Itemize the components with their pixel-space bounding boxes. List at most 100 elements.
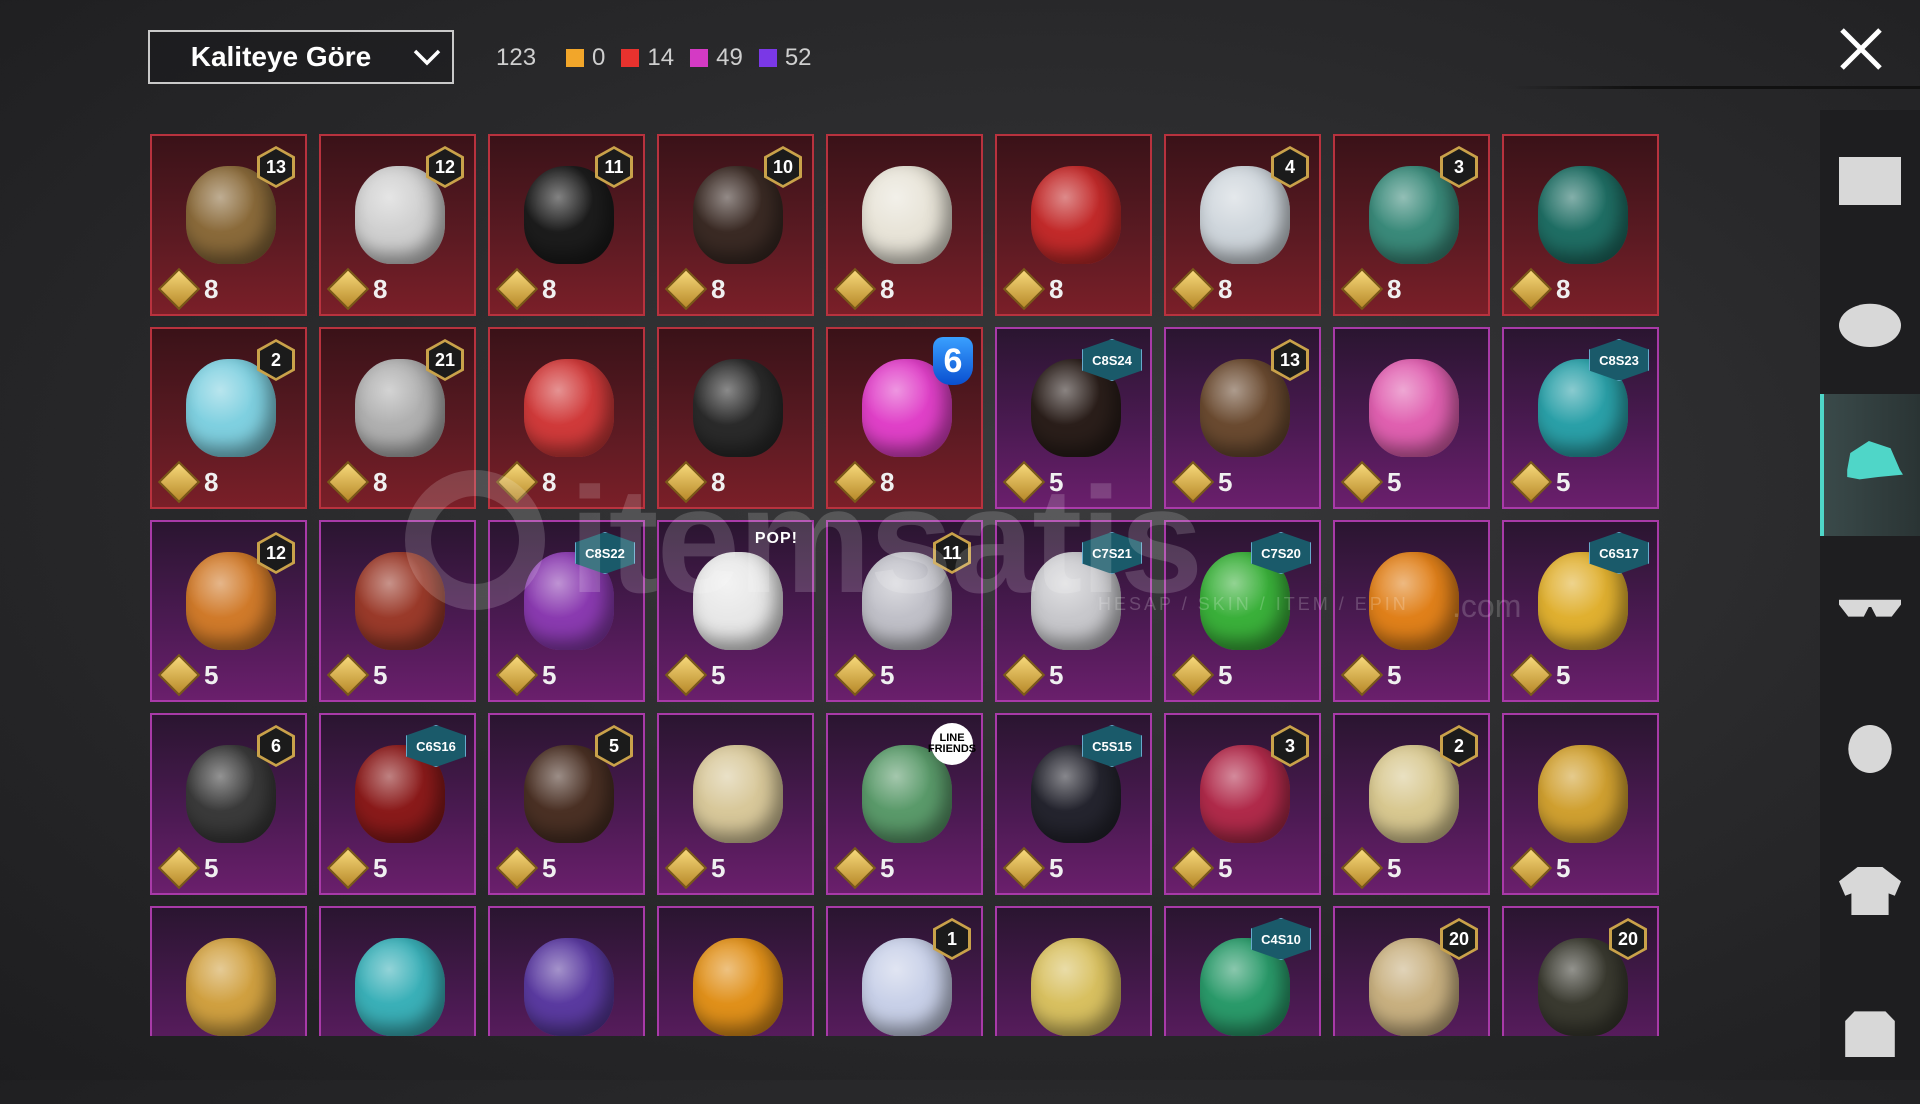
category-sidebar — [1820, 110, 1920, 1080]
item-tile[interactable]: 12 8 — [319, 134, 476, 316]
item-tile[interactable]: C8S24 5 — [995, 327, 1152, 509]
point-value: 5 — [1340, 653, 1402, 697]
item-tile[interactable]: 35 — [1164, 713, 1321, 895]
item-tile[interactable]: 1 — [826, 906, 983, 1036]
point-value-number: 5 — [1049, 659, 1064, 690]
orange-square-icon — [566, 49, 585, 67]
jester-hat-icon — [1200, 745, 1290, 843]
item-tile[interactable]: C6S17 5 — [1502, 520, 1659, 702]
point-value-number: 5 — [1218, 659, 1233, 690]
point-value-number: 5 — [542, 852, 557, 883]
jacket-icon — [1839, 867, 1901, 915]
item-tile[interactable]: 8 — [1502, 134, 1659, 316]
diamond-icon — [1340, 846, 1384, 890]
item-tile[interactable]: C8S23 5 — [1502, 327, 1659, 509]
item-tile[interactable]: 8 — [826, 134, 983, 316]
item-tile[interactable]: 8 — [488, 327, 645, 509]
item-tile[interactable]: C6S16 5 — [319, 713, 476, 895]
item-tile[interactable]: POP! 5 — [657, 520, 814, 702]
point-value-number: 5 — [1556, 659, 1571, 690]
item-tile[interactable]: 8 — [657, 327, 814, 509]
level-badge-value: 3 — [1274, 728, 1306, 764]
red-pigtails-icon — [355, 552, 445, 650]
item-tile[interactable]: 12 5 — [150, 520, 307, 702]
item-tile[interactable] — [488, 906, 645, 1036]
item-tile[interactable]: C5S15 5 — [995, 713, 1152, 895]
item-tile[interactable]: 8 — [995, 134, 1152, 316]
close-icon[interactable] — [1836, 24, 1886, 74]
item-tile[interactable]: 5 — [1333, 327, 1490, 509]
rarity-count-red: 14 — [621, 44, 674, 72]
point-value-number: 5 — [1556, 466, 1571, 497]
item-tile[interactable]: 28 — [150, 327, 307, 509]
headphone-pigtails-icon — [524, 938, 614, 1036]
item-tile[interactable]: 13 5 — [1164, 327, 1321, 509]
item-tile[interactable]: 20 — [1333, 906, 1490, 1036]
point-value-number: 5 — [711, 659, 726, 690]
point-value-number: 5 — [1049, 852, 1064, 883]
sort-dropdown-label: Kaliteye Göre — [190, 41, 372, 72]
point-value: 5 — [495, 653, 556, 697]
sort-dropdown[interactable]: Kaliteye Göre — [148, 30, 454, 84]
helmet-category[interactable] — [1820, 252, 1920, 394]
hat-category[interactable] — [1820, 394, 1920, 536]
point-value: 5 — [326, 653, 387, 697]
diamond-icon — [495, 460, 539, 504]
item-tile[interactable]: 11 5 — [826, 520, 983, 702]
point-value-number: 8 — [1556, 273, 1571, 304]
red-helmet-icon — [1031, 166, 1121, 264]
item-tile[interactable] — [657, 906, 814, 1036]
level-badge-value: 5 — [598, 728, 630, 764]
item-tile[interactable]: 5 — [1502, 713, 1659, 895]
line-friends-badge: LINE FRIENDS — [928, 723, 976, 765]
diamond-icon — [1509, 460, 1553, 504]
item-tile[interactable]: 10 8 — [657, 134, 814, 316]
item-tile[interactable]: 65 — [150, 713, 307, 895]
item-tile[interactable]: LINE FRIENDS 5 — [826, 713, 983, 895]
diamond-icon — [495, 653, 539, 697]
level-badge-value: 13 — [260, 149, 292, 185]
mask-category[interactable] — [1820, 678, 1920, 820]
item-tile[interactable]: 11 8 — [488, 134, 645, 316]
diamond-icon — [833, 460, 877, 504]
diamond-icon — [1002, 460, 1046, 504]
point-value: 8 — [326, 460, 387, 504]
glasses-category[interactable] — [1820, 536, 1920, 678]
item-tile[interactable]: 21 8 — [319, 327, 476, 509]
yellow-beanie-icon — [1031, 938, 1121, 1036]
point-value: 5 — [157, 653, 218, 697]
item-tile[interactable]: 38 — [1333, 134, 1490, 316]
outfit-icon — [1839, 157, 1901, 205]
item-tile[interactable]: 68 — [826, 327, 983, 509]
red-horned-mask-icon — [524, 359, 614, 457]
item-tile[interactable]: C8S22 5 — [488, 520, 645, 702]
jacket-category[interactable] — [1820, 820, 1920, 962]
point-value: 5 — [1340, 460, 1401, 504]
level-badge-value: 6 — [260, 728, 292, 764]
watermark-suffix: .com — [1452, 588, 1522, 624]
bow-pigtails-icon — [524, 745, 614, 843]
glasses-icon — [1839, 599, 1901, 617]
item-tile[interactable]: 5 — [657, 713, 814, 895]
rarity-count-pink: 49 — [690, 44, 743, 72]
point-value: 5 — [1509, 460, 1571, 504]
item-tile[interactable]: 13 8 — [150, 134, 307, 316]
item-tile[interactable]: 25 — [1333, 713, 1490, 895]
diamond-icon — [1171, 460, 1215, 504]
point-value: 5 — [1509, 846, 1570, 890]
point-value-number: 5 — [1387, 659, 1402, 690]
item-tile[interactable] — [319, 906, 476, 1036]
purple-square-icon — [758, 49, 777, 67]
outfit-category[interactable] — [1820, 110, 1920, 252]
item-tile[interactable]: C4S10 — [1164, 906, 1321, 1036]
point-value-number: 8 — [880, 466, 895, 497]
item-tile[interactable]: 48 — [1164, 134, 1321, 316]
item-tile[interactable] — [150, 906, 307, 1036]
item-tile[interactable] — [995, 906, 1152, 1036]
oni-mask-icon — [355, 359, 445, 457]
item-tile[interactable]: 20 — [1502, 906, 1659, 1036]
point-value: 8 — [157, 460, 218, 504]
backpack-category[interactable] — [1820, 962, 1920, 1104]
item-tile[interactable]: 55 — [488, 713, 645, 895]
item-tile[interactable]: 5 — [319, 520, 476, 702]
